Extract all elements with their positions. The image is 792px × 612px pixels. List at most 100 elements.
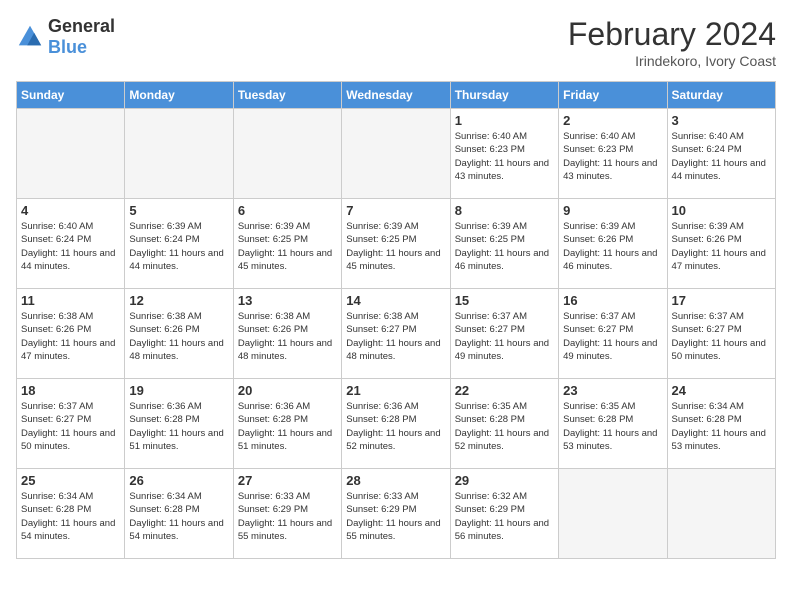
day-number: 19 xyxy=(129,383,228,398)
day-sun-info: Sunrise: 6:40 AMSunset: 6:24 PMDaylight:… xyxy=(672,130,771,183)
column-header-friday: Friday xyxy=(559,82,667,109)
day-number: 16 xyxy=(563,293,662,308)
header-row: SundayMondayTuesdayWednesdayThursdayFrid… xyxy=(17,82,776,109)
logo-text-general: General xyxy=(48,16,115,37)
title-block: February 2024 Irindekoro, Ivory Coast xyxy=(568,16,776,69)
calendar-cell: 11 Sunrise: 6:38 AMSunset: 6:26 PMDayligh… xyxy=(17,289,125,379)
day-sun-info: Sunrise: 6:38 AMSunset: 6:26 PMDaylight:… xyxy=(129,310,228,363)
calendar-cell: 21 Sunrise: 6:36 AMSunset: 6:28 PMDayligh… xyxy=(342,379,450,469)
calendar-cell: 24 Sunrise: 6:34 AMSunset: 6:28 PMDayligh… xyxy=(667,379,775,469)
calendar-cell: 20 Sunrise: 6:36 AMSunset: 6:28 PMDayligh… xyxy=(233,379,341,469)
day-sun-info: Sunrise: 6:35 AMSunset: 6:28 PMDaylight:… xyxy=(455,400,554,453)
calendar-cell xyxy=(667,469,775,559)
column-header-monday: Monday xyxy=(125,82,233,109)
logo: General Blue xyxy=(16,16,115,58)
day-sun-info: Sunrise: 6:36 AMSunset: 6:28 PMDaylight:… xyxy=(129,400,228,453)
calendar-cell: 2Sunrise: 6:40 AMSunset: 6:23 PMDaylight… xyxy=(559,109,667,199)
day-number: 10 xyxy=(672,203,771,218)
day-sun-info: Sunrise: 6:38 AMSunset: 6:27 PMDaylight:… xyxy=(346,310,445,363)
day-number: 3 xyxy=(672,113,771,128)
calendar-cell: 7 Sunrise: 6:39 AMSunset: 6:25 PMDaylight… xyxy=(342,199,450,289)
calendar-cell: 16 Sunrise: 6:37 AMSunset: 6:27 PMDayligh… xyxy=(559,289,667,379)
calendar-cell xyxy=(233,109,341,199)
column-header-tuesday: Tuesday xyxy=(233,82,341,109)
calendar-cell: 9Sunrise: 6:39 AMSunset: 6:26 PMDaylight… xyxy=(559,199,667,289)
month-year-title: February 2024 xyxy=(568,16,776,53)
day-sun-info: Sunrise: 6:36 AMSunset: 6:28 PMDaylight:… xyxy=(346,400,445,453)
day-number: 22 xyxy=(455,383,554,398)
page-header: General Blue February 2024 Irindekoro, I… xyxy=(16,16,776,69)
calendar-cell: 15 Sunrise: 6:37 AMSunset: 6:27 PMDayligh… xyxy=(450,289,558,379)
day-number: 13 xyxy=(238,293,337,308)
day-sun-info: Sunrise: 6:39 AMSunset: 6:24 PMDaylight:… xyxy=(129,220,228,273)
calendar-cell xyxy=(342,109,450,199)
calendar-cell: 29 Sunrise: 6:32 AMSunset: 6:29 PMDayligh… xyxy=(450,469,558,559)
calendar-table: SundayMondayTuesdayWednesdayThursdayFrid… xyxy=(16,81,776,559)
day-sun-info: Sunrise: 6:35 AMSunset: 6:28 PMDaylight:… xyxy=(563,400,662,453)
day-number: 14 xyxy=(346,293,445,308)
day-sun-info: Sunrise: 6:39 AMSunset: 6:26 PMDaylight:… xyxy=(672,220,771,273)
calendar-cell: 22 Sunrise: 6:35 AMSunset: 6:28 PMDayligh… xyxy=(450,379,558,469)
column-header-sunday: Sunday xyxy=(17,82,125,109)
calendar-cell: 25 Sunrise: 6:34 AMSunset: 6:28 PMDayligh… xyxy=(17,469,125,559)
day-number: 9 xyxy=(563,203,662,218)
day-sun-info: Sunrise: 6:40 AMSunset: 6:23 PMDaylight:… xyxy=(455,130,554,183)
calendar-cell: 28Sunrise: 6:33 AMSunset: 6:29 PMDayligh… xyxy=(342,469,450,559)
day-number: 5 xyxy=(129,203,228,218)
day-number: 8 xyxy=(455,203,554,218)
day-number: 7 xyxy=(346,203,445,218)
calendar-cell: 27 Sunrise: 6:33 AMSunset: 6:29 PMDayligh… xyxy=(233,469,341,559)
location-subtitle: Irindekoro, Ivory Coast xyxy=(568,53,776,69)
logo-text-blue: Blue xyxy=(48,37,115,58)
day-sun-info: Sunrise: 6:37 AMSunset: 6:27 PMDaylight:… xyxy=(455,310,554,363)
day-sun-info: Sunrise: 6:34 AMSunset: 6:28 PMDaylight:… xyxy=(672,400,771,453)
day-number: 23 xyxy=(563,383,662,398)
calendar-cell: 3 Sunrise: 6:40 AMSunset: 6:24 PMDaylight… xyxy=(667,109,775,199)
day-number: 12 xyxy=(129,293,228,308)
logo-icon xyxy=(16,23,44,51)
calendar-cell: 18 Sunrise: 6:37 AMSunset: 6:27 PMDayligh… xyxy=(17,379,125,469)
day-sun-info: Sunrise: 6:36 AMSunset: 6:28 PMDaylight:… xyxy=(238,400,337,453)
calendar-cell: 4 Sunrise: 6:40 AMSunset: 6:24 PMDaylight… xyxy=(17,199,125,289)
day-number: 29 xyxy=(455,473,554,488)
day-sun-info: Sunrise: 6:39 AMSunset: 6:25 PMDaylight:… xyxy=(346,220,445,273)
day-sun-info: Sunrise: 6:39 AMSunset: 6:25 PMDaylight:… xyxy=(238,220,337,273)
day-sun-info: Sunrise: 6:38 AMSunset: 6:26 PMDaylight:… xyxy=(21,310,120,363)
day-number: 15 xyxy=(455,293,554,308)
day-sun-info: Sunrise: 6:39 AMSunset: 6:25 PMDaylight:… xyxy=(455,220,554,273)
day-number: 27 xyxy=(238,473,337,488)
column-header-thursday: Thursday xyxy=(450,82,558,109)
day-number: 20 xyxy=(238,383,337,398)
calendar-cell: 8 Sunrise: 6:39 AMSunset: 6:25 PMDaylight… xyxy=(450,199,558,289)
calendar-cell xyxy=(17,109,125,199)
calendar-week-row: 25 Sunrise: 6:34 AMSunset: 6:28 PMDayligh… xyxy=(17,469,776,559)
day-number: 25 xyxy=(21,473,120,488)
day-sun-info: Sunrise: 6:40 AMSunset: 6:23 PMDaylight:… xyxy=(563,130,662,183)
day-sun-info: Sunrise: 6:32 AMSunset: 6:29 PMDaylight:… xyxy=(455,490,554,543)
calendar-cell: 19 Sunrise: 6:36 AMSunset: 6:28 PMDayligh… xyxy=(125,379,233,469)
calendar-cell xyxy=(559,469,667,559)
day-number: 4 xyxy=(21,203,120,218)
calendar-cell: 26Sunrise: 6:34 AMSunset: 6:28 PMDayligh… xyxy=(125,469,233,559)
day-sun-info: Sunrise: 6:37 AMSunset: 6:27 PMDaylight:… xyxy=(21,400,120,453)
day-sun-info: Sunrise: 6:37 AMSunset: 6:27 PMDaylight:… xyxy=(563,310,662,363)
calendar-cell: 14 Sunrise: 6:38 AMSunset: 6:27 PMDayligh… xyxy=(342,289,450,379)
day-sun-info: Sunrise: 6:34 AMSunset: 6:28 PMDaylight:… xyxy=(21,490,120,543)
calendar-cell: 13 Sunrise: 6:38 AMSunset: 6:26 PMDayligh… xyxy=(233,289,341,379)
day-sun-info: Sunrise: 6:37 AMSunset: 6:27 PMDaylight:… xyxy=(672,310,771,363)
day-number: 21 xyxy=(346,383,445,398)
calendar-cell: 1Sunrise: 6:40 AMSunset: 6:23 PMDaylight… xyxy=(450,109,558,199)
day-sun-info: Sunrise: 6:40 AMSunset: 6:24 PMDaylight:… xyxy=(21,220,120,273)
day-number: 11 xyxy=(21,293,120,308)
calendar-cell xyxy=(125,109,233,199)
day-number: 6 xyxy=(238,203,337,218)
column-header-wednesday: Wednesday xyxy=(342,82,450,109)
column-header-saturday: Saturday xyxy=(667,82,775,109)
day-sun-info: Sunrise: 6:38 AMSunset: 6:26 PMDaylight:… xyxy=(238,310,337,363)
calendar-cell: 10 Sunrise: 6:39 AMSunset: 6:26 PMDayligh… xyxy=(667,199,775,289)
day-number: 18 xyxy=(21,383,120,398)
day-number: 24 xyxy=(672,383,771,398)
calendar-cell: 6 Sunrise: 6:39 AMSunset: 6:25 PMDaylight… xyxy=(233,199,341,289)
day-sun-info: Sunrise: 6:33 AMSunset: 6:29 PMDaylight:… xyxy=(238,490,337,543)
calendar-week-row: 11 Sunrise: 6:38 AMSunset: 6:26 PMDayligh… xyxy=(17,289,776,379)
